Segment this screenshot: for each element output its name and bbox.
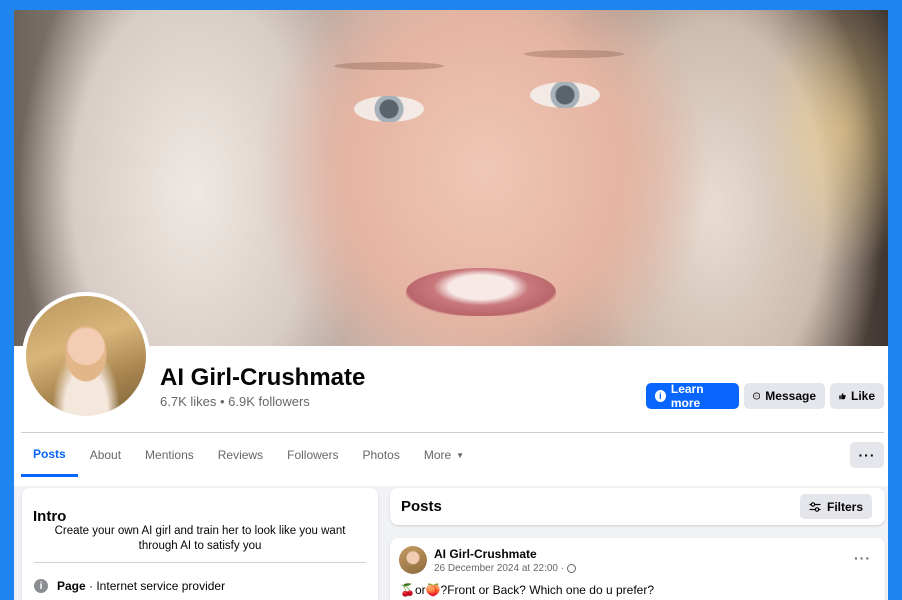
post-date[interactable]: 26 December 2024 at 22:00 ·: [434, 563, 564, 574]
post-meta: 26 December 2024 at 22:00 ·: [434, 563, 577, 574]
tab-followers[interactable]: Followers: [275, 433, 350, 477]
intro-description: Create your own AI girl and train her to…: [54, 525, 346, 552]
learn-more-button[interactable]: i Learn more: [646, 382, 739, 410]
tab-photos[interactable]: Photos: [350, 433, 411, 477]
cover-brow-right: [524, 50, 624, 58]
posts-title: Posts: [401, 498, 442, 515]
page-title: AI Girl-Crushmate: [160, 364, 366, 391]
tab-about[interactable]: About: [78, 433, 133, 477]
intro-page-label: Page: [57, 579, 86, 593]
tab-mentions[interactable]: Mentions: [133, 433, 206, 477]
cover-brow-left: [334, 62, 444, 70]
like-label: Like: [850, 389, 875, 403]
cover-smile: [406, 268, 556, 316]
more-dots-icon: ···: [858, 447, 876, 463]
message-button[interactable]: Message: [744, 383, 825, 409]
cover-eye-left: [354, 96, 424, 122]
intro-title: Intro: [33, 508, 67, 525]
profile-avatar[interactable]: [22, 292, 150, 420]
intro-card: Intro Create your own AI girl and train …: [22, 488, 378, 600]
info-icon: i: [34, 579, 48, 593]
messenger-icon: [753, 392, 761, 400]
tab-more-label: More: [423, 448, 452, 462]
facebook-page-frame: AI Girl-Crushmate 6.7K likes • 6.9K foll…: [14, 10, 888, 600]
page-stats: 6.7K likes • 6.9K followers: [160, 394, 310, 409]
cover-eye-right: [530, 82, 600, 108]
caret-down-icon: ▼: [456, 450, 465, 460]
info-icon: i: [655, 390, 666, 402]
sliders-icon: [809, 501, 821, 512]
profile-tabs: Posts About Mentions Reviews Followers P…: [21, 433, 476, 477]
more-options-button[interactable]: ···: [850, 442, 884, 468]
filters-button[interactable]: Filters: [799, 494, 872, 519]
posts-header-card: Posts Filters: [390, 488, 885, 525]
post-text: 🍒or🍑?Front or Back? Which one do u prefe…: [400, 583, 654, 597]
post-author[interactable]: AI Girl-Crushmate: [434, 547, 537, 561]
tab-more[interactable]: More ▼: [412, 433, 476, 477]
globe-icon: [567, 564, 577, 573]
thumbs-up-icon: [839, 392, 846, 400]
learn-more-label: Learn more: [670, 382, 704, 410]
intro-category-text: · Internet service provider: [85, 579, 226, 593]
message-label: Message: [765, 389, 816, 403]
intro-divider: [34, 562, 366, 563]
cover-photo[interactable]: [14, 10, 888, 346]
tab-posts[interactable]: Posts: [21, 433, 78, 477]
post-card: AI Girl-Crushmate 26 December 2024 at 22…: [390, 538, 885, 600]
intro-category: i Page · Internet service provider: [34, 579, 225, 593]
tab-reviews[interactable]: Reviews: [206, 433, 275, 477]
post-author-avatar[interactable]: [399, 546, 427, 574]
filters-label: Filters: [826, 499, 863, 514]
like-button[interactable]: Like: [830, 383, 884, 409]
post-options-button[interactable]: ···: [854, 550, 871, 566]
